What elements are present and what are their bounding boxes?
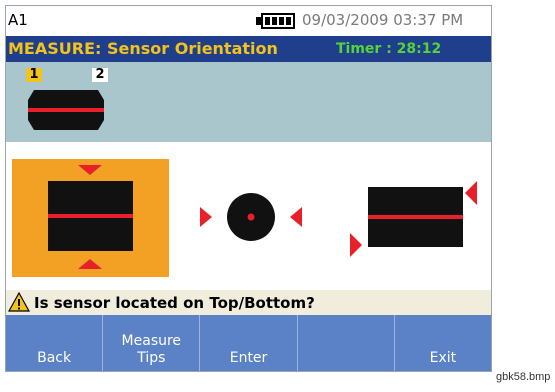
exit-button[interactable]: Exit	[395, 315, 491, 371]
page-title: MEASURE: Sensor Orientation	[8, 39, 278, 58]
softkey-bar: Back Measure Tips Enter Exit	[6, 315, 491, 371]
sensor-panel: 1 2	[6, 62, 491, 142]
option-top-bottom[interactable]	[12, 159, 169, 277]
date-time: 09/03/2009 03:37 PM	[302, 11, 464, 29]
sensor-illustration	[28, 90, 104, 130]
measure-tips-button[interactable]: Measure Tips	[103, 315, 201, 371]
softkey-label: Exit	[429, 350, 457, 366]
timer: Timer : 28:12	[336, 41, 442, 57]
top-bottom-sensor-icon	[48, 165, 133, 269]
rear-sensor-icon	[350, 181, 477, 257]
side-sensor-icon	[200, 193, 302, 241]
softkey-label: Measure Tips	[121, 333, 182, 366]
sensor-tag-1: 1	[26, 68, 42, 82]
sensor-tag-2: 2	[92, 68, 108, 82]
title-bar: MEASURE: Sensor Orientation Timer : 28:1…	[6, 36, 491, 62]
option-side[interactable]	[196, 182, 306, 252]
channel-label: A1	[8, 11, 28, 29]
blank-softkey[interactable]	[298, 315, 395, 371]
prompt-bar: Is sensor located on Top/Bottom?	[6, 290, 491, 315]
softkey-label: Back	[37, 350, 72, 366]
image-caption: gbk58.bmp	[496, 371, 551, 383]
device-screen: A1 09/03/2009 03:37 PM MEASURE: Sensor O…	[5, 5, 492, 372]
warning-icon	[8, 292, 30, 312]
status-bar: A1 09/03/2009 03:37 PM	[6, 6, 491, 36]
orientation-options	[6, 142, 491, 290]
option-rear[interactable]	[346, 177, 481, 259]
prompt-text: Is sensor located on Top/Bottom?	[34, 294, 315, 312]
battery-full-icon	[261, 13, 295, 29]
softkey-label: Enter	[229, 350, 268, 366]
back-button[interactable]: Back	[6, 315, 104, 371]
enter-button[interactable]: Enter	[200, 315, 298, 371]
